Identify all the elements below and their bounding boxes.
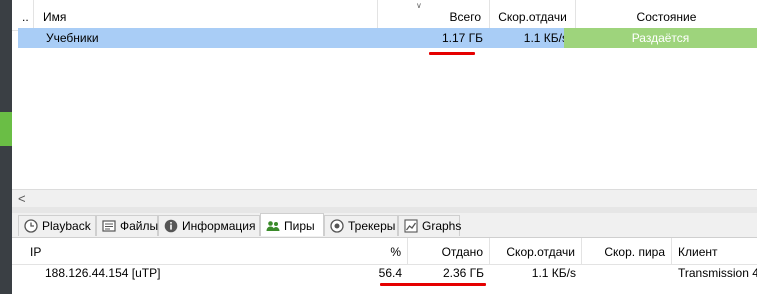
column-size[interactable]: Всего <box>378 0 490 30</box>
tab-label: Graphs <box>422 219 462 233</box>
peer-row[interactable]: 188.126.44.154 [uTP] 56.4 2.36 ГБ 1.1 КБ… <box>12 263 757 283</box>
torrent-row[interactable]: Учебники 1.17 ГБ 1.1 КБ/s Раздаётся <box>18 28 757 48</box>
tab-label: Пиры <box>284 219 315 233</box>
horizontal-scrollbar[interactable]: < <box>12 189 757 207</box>
peers-list-header: IP % Отдано Скор.отдачи Скор. пира Клиен… <box>12 238 757 265</box>
details-tabbar: Playback Файлы Информация Пиры Трекеры G… <box>12 213 757 238</box>
column-status[interactable]: Состояние <box>576 0 757 30</box>
tab-playback[interactable]: Playback <box>18 215 96 236</box>
left-sidebar-strip <box>0 0 12 294</box>
tab-peers[interactable]: Пиры <box>260 213 324 236</box>
column-name[interactable]: Имя <box>34 0 378 30</box>
column-dots[interactable]: .. <box>12 0 34 30</box>
column-uploaded[interactable]: Отдано <box>408 238 490 264</box>
torrent-name: Учебники <box>46 31 99 45</box>
column-peer-upspeed[interactable]: Скор.отдачи <box>490 238 582 264</box>
torrent-list-header: .. Имя ∨ Всего Скор.отдачи Состояние <box>12 0 757 31</box>
peer-highlight-underline <box>380 283 486 286</box>
files-icon <box>102 220 116 232</box>
torrent-status-badge: Раздаётся <box>564 28 757 48</box>
graph-icon <box>404 219 418 233</box>
tab-label: Информация <box>182 219 256 233</box>
column-peer-speed[interactable]: Скор. пира <box>582 238 672 264</box>
torrent-size: 1.17 ГБ <box>441 31 483 45</box>
column-percent[interactable]: % <box>312 238 408 264</box>
size-highlight-underline <box>429 52 475 55</box>
tab-graphs[interactable]: Graphs <box>398 215 462 236</box>
info-icon <box>164 219 178 233</box>
tab-label: Трекеры <box>348 219 396 233</box>
scroll-left-arrow-icon[interactable]: < <box>18 191 26 206</box>
trackers-icon <box>330 219 344 233</box>
peer-client: Transmission 4. <box>678 266 757 280</box>
peer-speed <box>582 263 672 283</box>
tab-label: Файлы <box>120 219 159 233</box>
peer-uploaded: 2.36 ГБ <box>442 266 484 280</box>
column-upspeed[interactable]: Скор.отдачи <box>490 0 576 30</box>
peer-percent: 56.4 <box>378 266 402 280</box>
column-client[interactable]: Клиент <box>672 238 757 264</box>
peers-icon <box>266 221 280 231</box>
tab-label: Playback <box>42 219 91 233</box>
tab-trackers[interactable]: Трекеры <box>324 215 398 236</box>
peer-ip: 188.126.44.154 [uTP] <box>45 266 161 280</box>
sidebar-accent <box>0 112 12 146</box>
tab-info[interactable]: Информация <box>158 215 260 236</box>
peer-upspeed: 1.1 КБ/s <box>531 266 576 280</box>
clock-icon <box>24 219 38 233</box>
tab-files[interactable]: Файлы <box>96 215 158 236</box>
